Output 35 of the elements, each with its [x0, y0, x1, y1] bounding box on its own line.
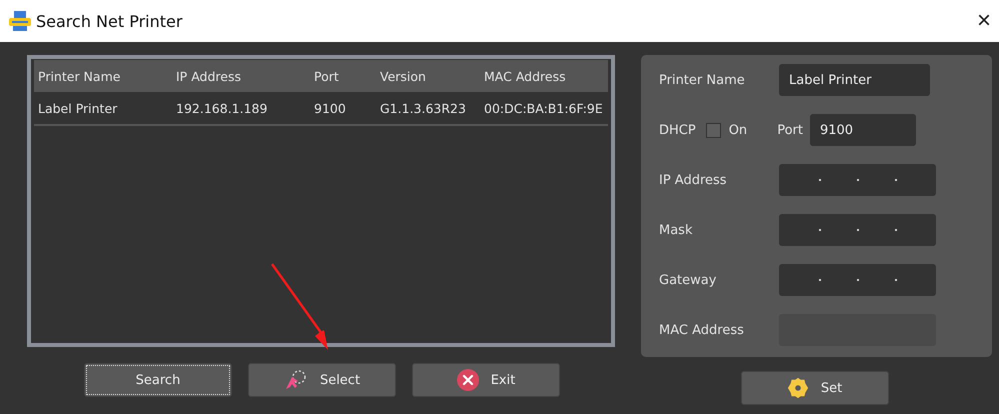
close-circle-icon — [456, 369, 479, 391]
table-cell-text: Label Printer — [37, 100, 118, 116]
search-button[interactable]: Search — [84, 363, 232, 397]
column-header: IP Address — [175, 68, 242, 84]
printer-icon — [8, 10, 32, 32]
cursor-icon — [284, 369, 308, 391]
field-label: DHCP — [659, 122, 696, 138]
printer-name-field[interactable]: Label Printer — [779, 64, 930, 96]
select-button[interactable]: Select — [248, 363, 396, 397]
port-field[interactable]: 9100 — [810, 114, 916, 146]
column-header: Port — [313, 68, 340, 84]
field-label: Printer Name — [659, 72, 746, 88]
column-header: MAC Address — [483, 68, 567, 84]
column-header: Printer Name — [37, 68, 122, 84]
ip-field[interactable] — [779, 214, 936, 246]
close-button[interactable]: × — [968, 7, 999, 35]
table-cell-text: G1.1.3.63R23 — [379, 100, 467, 116]
set-button[interactable]: Set — [740, 371, 888, 405]
field-label: Port — [777, 122, 803, 138]
gear-icon — [786, 377, 809, 399]
column-header: Version — [379, 68, 427, 84]
exit-button[interactable]: Exit — [412, 363, 560, 397]
field-label: MAC Address — [659, 322, 745, 338]
field-label: Mask — [659, 222, 694, 238]
table-cell-text: 192.168.1.189 — [175, 100, 268, 116]
ip-field[interactable] — [779, 164, 936, 196]
dhcp-checkbox[interactable] — [706, 122, 721, 138]
field-label: Gateway — [659, 272, 718, 288]
table-cell-text: 00:DC:BA:B1:6F:9E — [483, 100, 604, 116]
table-row[interactable]: Label Printer 192.168.1.189 9100 G1.1.3.63R23 00:DC:BA:B1:6F:9E — [34, 92, 608, 126]
checkbox-label: On — [728, 122, 748, 138]
field-label: IP Address — [659, 172, 728, 188]
ip-field[interactable] — [779, 264, 936, 296]
window-title: Search Net Printer — [36, 12, 184, 30]
table-cell-text: 9100 — [313, 100, 347, 116]
